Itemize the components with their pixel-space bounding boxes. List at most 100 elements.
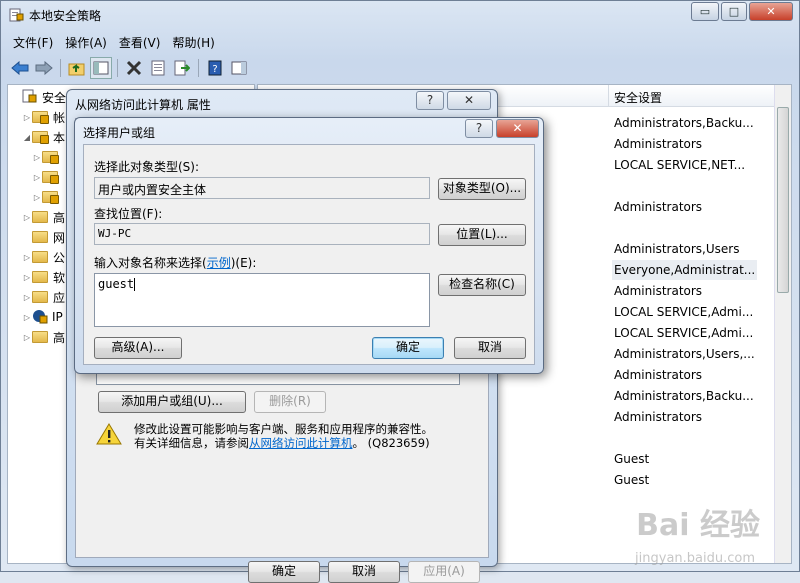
baidu-watermark-url: jingyan.baidu.com: [635, 551, 755, 566]
warning-prefix: 有关详细信息，请参阅: [134, 436, 249, 450]
tree-expand-icon[interactable]: ▷: [22, 273, 32, 282]
tree-item-label: IP: [52, 310, 63, 324]
locations-button[interactable]: 位置(L)...: [438, 224, 526, 246]
tree-expand-icon[interactable]: ▷: [22, 333, 32, 342]
policy-setting-cell[interactable]: [614, 176, 774, 196]
menu-file[interactable]: 文件(F): [7, 32, 59, 52]
policy-setting-cell[interactable]: Administrators: [614, 365, 774, 385]
tree-expand-icon[interactable]: ▷: [22, 213, 32, 222]
up-folder-button[interactable]: [66, 57, 88, 79]
tree-expand-icon[interactable]: ▷: [22, 293, 32, 302]
policy-setting-cell[interactable]: Administrators: [614, 281, 774, 301]
object-type-label: 选择此对象类型(S):: [94, 160, 200, 174]
export-list-icon: [174, 60, 190, 76]
folder-icon: [32, 211, 48, 223]
policy-setting-cell[interactable]: LOCAL SERVICE,NET...: [614, 155, 774, 175]
policy-setting-cell[interactable]: Administrators: [614, 134, 774, 154]
tree-expand-icon[interactable]: ▷: [32, 193, 42, 202]
tree-item-label: 应: [53, 290, 66, 305]
document-icon: [151, 60, 165, 76]
remove-button[interactable]: 删除(R): [254, 391, 326, 413]
policy-setting-cell[interactable]: Administrators: [614, 197, 774, 217]
folder-icon: [32, 291, 48, 303]
policy-setting-cell[interactable]: Everyone,Administrat...: [612, 260, 757, 280]
advanced-button[interactable]: 高级(A)...: [94, 337, 182, 359]
policy-setting-cell[interactable]: Administrators: [614, 407, 774, 427]
svg-text:?: ?: [212, 64, 217, 75]
object-names-value: guest: [98, 277, 135, 291]
back-button[interactable]: [9, 57, 31, 79]
tree-expand-icon[interactable]: ▷: [22, 113, 32, 122]
properties-help-button[interactable]: ?: [416, 91, 444, 110]
policy-setting-cell[interactable]: Administrators,Users,...: [614, 344, 774, 364]
object-names-label-suffix: )(E):: [230, 256, 257, 270]
check-names-button[interactable]: 检查名称(C): [438, 274, 526, 296]
tree-expand-icon[interactable]: ▷: [32, 153, 42, 162]
policy-setting-cell[interactable]: Guest: [614, 470, 774, 490]
select-help-button[interactable]: ?: [465, 119, 493, 138]
folder-icon: [32, 231, 48, 243]
column-divider[interactable]: [608, 85, 609, 107]
object-types-button[interactable]: 对象类型(O)...: [438, 178, 526, 200]
column-security-setting[interactable]: 安全设置: [614, 89, 662, 106]
help-book-icon: ?: [208, 60, 222, 76]
toolbar-separator: [60, 59, 61, 77]
properties-button[interactable]: [147, 57, 169, 79]
folder-icon: [32, 251, 48, 263]
menu-view[interactable]: 查看(V): [113, 32, 167, 52]
forward-button[interactable]: [33, 57, 55, 79]
close-button[interactable]: ✕: [749, 2, 793, 21]
select-dialog-title: 选择用户或组: [83, 126, 156, 140]
examples-link[interactable]: 示例: [207, 256, 231, 270]
toolbar-separator: [117, 59, 118, 77]
help-button[interactable]: ?: [204, 57, 226, 79]
show-action-pane-button[interactable]: [228, 57, 250, 79]
tree-item-label: 高: [53, 210, 66, 225]
policy-setting-cell[interactable]: Administrators,Backu...: [614, 113, 774, 133]
export-button[interactable]: [171, 57, 193, 79]
toolbar: ?: [7, 55, 793, 81]
security-policy-icon: [9, 8, 24, 22]
folder-up-icon: [68, 63, 85, 76]
tree-expand-icon[interactable]: ▷: [32, 173, 42, 182]
add-user-or-group-button[interactable]: 添加用户或组(U)...: [98, 391, 246, 413]
menu-help[interactable]: 帮助(H): [166, 32, 220, 52]
policy-setting-cell[interactable]: LOCAL SERVICE,Admi...: [614, 302, 774, 322]
properties-close-button[interactable]: ✕: [447, 91, 491, 110]
policy-setting-cell[interactable]: [614, 218, 774, 238]
warning-text-line2: 有关详细信息，请参阅从网络访问此计算机。 (Q823659): [134, 435, 430, 451]
properties-dialog-title: 从网络访问此计算机 属性: [75, 98, 211, 112]
policy-setting-cell[interactable]: Administrators,Users: [614, 239, 774, 259]
maximize-button[interactable]: □: [721, 2, 747, 21]
tree-collapse-icon[interactable]: ◢: [22, 133, 32, 142]
menu-action[interactable]: 操作(A): [59, 32, 113, 52]
tree-expand-icon[interactable]: ▷: [22, 313, 32, 322]
policy-setting-cell[interactable]: Administrators,Backu...: [614, 386, 774, 406]
select-cancel-button[interactable]: 取消: [454, 337, 526, 359]
location-label: 查找位置(F):: [94, 207, 163, 221]
users-listbox[interactable]: [96, 373, 460, 385]
folder-icon: [32, 271, 48, 283]
properties-apply-button[interactable]: 应用(A): [408, 561, 480, 583]
minimize-button[interactable]: ▭: [691, 2, 719, 21]
tree-expand-icon[interactable]: ▷: [22, 253, 32, 262]
tree-pane-icon: [93, 61, 109, 75]
location-field: WJ-PC: [94, 223, 430, 245]
warning-kb-ref: 。 (Q823659): [352, 436, 430, 450]
list-scrollbar[interactable]: [774, 85, 791, 563]
object-names-input[interactable]: guest: [94, 273, 430, 327]
help-link[interactable]: 从网络访问此计算机: [249, 436, 353, 450]
menu-bar: 文件(F) 操作(A) 查看(V) 帮助(H): [7, 32, 221, 52]
arrow-right-icon: [35, 61, 53, 75]
policy-setting-cell[interactable]: Guest: [614, 449, 774, 469]
properties-ok-button[interactable]: 确定: [248, 561, 320, 583]
delete-button[interactable]: [123, 57, 145, 79]
policy-setting-cell[interactable]: [614, 428, 774, 448]
policy-setting-cell[interactable]: LOCAL SERVICE,Admi...: [614, 323, 774, 343]
scrollbar-thumb[interactable]: [777, 107, 789, 293]
properties-cancel-button[interactable]: 取消: [328, 561, 400, 583]
tree-item-label: 高: [53, 330, 66, 345]
select-ok-button[interactable]: 确定: [372, 337, 444, 359]
select-close-button[interactable]: ✕: [496, 119, 539, 138]
show-tree-button[interactable]: [90, 57, 112, 79]
